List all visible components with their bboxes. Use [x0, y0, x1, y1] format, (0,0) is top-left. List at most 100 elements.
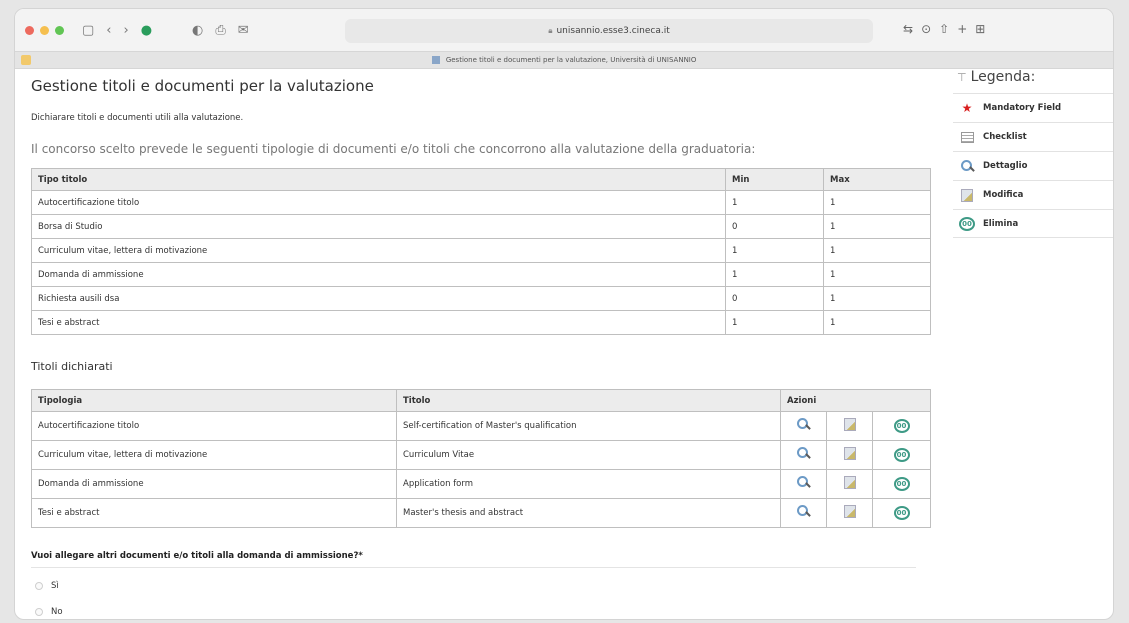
mail-icon[interactable]: ✉	[238, 23, 249, 38]
cell-max: 1	[823, 286, 931, 311]
table-row: Autocertificazione titolo Self-certifica…	[31, 411, 931, 441]
detail-button[interactable]	[780, 411, 827, 441]
minimize-window-button[interactable]	[40, 25, 49, 35]
search-icon	[797, 447, 810, 460]
cell-max: 1	[823, 262, 931, 287]
cell-tipologia: Domanda di ammissione	[31, 469, 397, 499]
detail-button[interactable]	[780, 498, 827, 528]
cell-tipo: Tesi e abstract	[31, 310, 726, 335]
cell-min: 1	[725, 310, 824, 335]
edit-icon	[961, 188, 973, 202]
radio-button[interactable]	[35, 608, 43, 616]
cell-min: 1	[725, 262, 824, 287]
close-window-button[interactable]	[25, 25, 34, 35]
attach-more-question: Vuoi allegare altri documenti e/o titoli…	[31, 551, 916, 568]
table-row: Domanda di ammissione Application form 0…	[31, 469, 931, 499]
forward-icon[interactable]: ›	[124, 23, 129, 38]
edit-button[interactable]	[826, 411, 873, 441]
cell-titolo: Application form	[396, 469, 781, 499]
print-icon[interactable]: ⎙	[215, 23, 225, 38]
cell-min: 1	[725, 238, 824, 263]
search-icon	[960, 159, 974, 173]
tab-title: Gestione titoli e documenti per la valut…	[445, 56, 697, 64]
legend-item-modifica: Modifica	[953, 180, 1113, 209]
tab-bar: Gestione titoli e documenti per la valut…	[15, 51, 1113, 69]
delete-icon: 00	[893, 506, 910, 520]
cell-tipo: Autocertificazione titolo	[31, 190, 726, 215]
share-icon[interactable]: ⇧	[939, 22, 949, 36]
page-title: Gestione titoli e documenti per la valut…	[31, 77, 374, 95]
new-tab-icon[interactable]: +	[957, 22, 967, 36]
cell-titolo: Self-certification of Master's qualifica…	[396, 411, 781, 441]
declared-titles-table: Tipologia Titolo Azioni Autocertificazio…	[31, 389, 931, 528]
table-row: Domanda di ammissione 1 1	[31, 262, 931, 287]
cell-titolo: Curriculum Vitae	[396, 440, 781, 470]
edit-button[interactable]	[826, 440, 873, 470]
radio-option-si[interactable]: Sì	[35, 581, 59, 591]
browser-toolbar: ▢ ‹ › ● ◐ ⎙ ✉ 🔒︎ unisannio.esse3.cineca.…	[15, 9, 1113, 51]
table-row: Borsa di Studio 0 1	[31, 214, 931, 239]
col-header-tipo: Tipo titolo	[31, 168, 726, 191]
maximize-window-button[interactable]	[55, 25, 64, 35]
col-header-tipologia: Tipologia	[31, 389, 397, 412]
detail-button[interactable]	[780, 440, 827, 470]
delete-button[interactable]: 00	[872, 440, 931, 470]
col-header-azioni: Azioni	[780, 389, 931, 412]
cell-tipo: Curriculum vitae, lettera di motivazione	[31, 238, 726, 263]
cell-min: 1	[725, 190, 824, 215]
shield-icon[interactable]: ◐	[192, 23, 203, 38]
cell-tipo: Domanda di ammissione	[31, 262, 726, 287]
cell-titolo: Master's thesis and abstract	[396, 498, 781, 528]
legend-title: ⊤ Legenda:	[953, 67, 1113, 93]
edit-button[interactable]	[826, 498, 873, 528]
address-url: unisannio.esse3.cineca.it	[556, 26, 670, 36]
sidebar-icon[interactable]: ▢	[82, 23, 94, 38]
cell-min: 0	[725, 214, 824, 239]
legend-item-elimina: 00 Elimina	[953, 209, 1113, 238]
cell-tipologia: Tesi e abstract	[31, 498, 397, 528]
table-row: Tesi e abstract Master's thesis and abst…	[31, 498, 931, 528]
table-row: Curriculum vitae, lettera di motivazione…	[31, 238, 931, 263]
legend-item-checklist: Checklist	[953, 122, 1113, 151]
back-icon[interactable]: ‹	[106, 23, 111, 38]
edit-button[interactable]	[826, 469, 873, 499]
col-header-min: Min	[725, 168, 824, 191]
legend-panel: ⊤ Legenda: ★ Mandatory Field Checklist De…	[953, 67, 1113, 238]
radio-option-no[interactable]: No	[35, 607, 63, 617]
declared-section-title: Titoli dichiarati	[31, 360, 113, 373]
radio-label: No	[51, 607, 63, 617]
cell-tipologia: Autocertificazione titolo	[31, 411, 397, 441]
delete-button[interactable]: 00	[872, 498, 931, 528]
legend-item-mandatory: ★ Mandatory Field	[953, 93, 1113, 122]
browser-window: ▢ ‹ › ● ◐ ⎙ ✉ 🔒︎ unisannio.esse3.cineca.…	[14, 8, 1114, 620]
legend-label: Dettaglio	[983, 161, 1028, 171]
download-icon[interactable]: ⊙	[921, 22, 931, 36]
cell-tipo: Borsa di Studio	[31, 214, 726, 239]
col-header-max: Max	[823, 168, 931, 191]
edit-icon	[843, 505, 856, 518]
cell-tipo: Richiesta ausili dsa	[31, 286, 726, 311]
cell-max: 1	[823, 190, 931, 215]
favicon-icon	[431, 56, 440, 64]
tab-overview-icon[interactable]: ⊞	[975, 22, 985, 36]
legend-label: Checklist	[983, 132, 1027, 142]
lock-icon: 🔒︎	[548, 26, 553, 35]
legend-item-dettaglio: Dettaglio	[953, 151, 1113, 180]
legend-label: Modifica	[983, 190, 1024, 200]
cell-max: 1	[823, 214, 931, 239]
star-icon: ★	[961, 101, 973, 115]
translate-icon[interactable]: ⇆	[903, 22, 913, 36]
delete-button[interactable]: 00	[872, 411, 931, 441]
extension-icon[interactable]: ●	[141, 23, 152, 38]
address-bar[interactable]: 🔒︎ unisannio.esse3.cineca.it	[345, 19, 873, 43]
delete-icon: 00	[893, 477, 910, 491]
legend-label: Mandatory Field	[983, 103, 1062, 113]
radio-button[interactable]	[35, 582, 43, 590]
detail-button[interactable]	[780, 469, 827, 499]
delete-icon: 00	[893, 419, 910, 433]
table-row: Tesi e abstract 1 1	[31, 310, 931, 335]
delete-button[interactable]: 00	[872, 469, 931, 499]
radio-label: Sì	[51, 581, 59, 591]
active-tab[interactable]: Gestione titoli e documenti per la valut…	[15, 56, 1113, 64]
edit-icon	[843, 476, 856, 489]
